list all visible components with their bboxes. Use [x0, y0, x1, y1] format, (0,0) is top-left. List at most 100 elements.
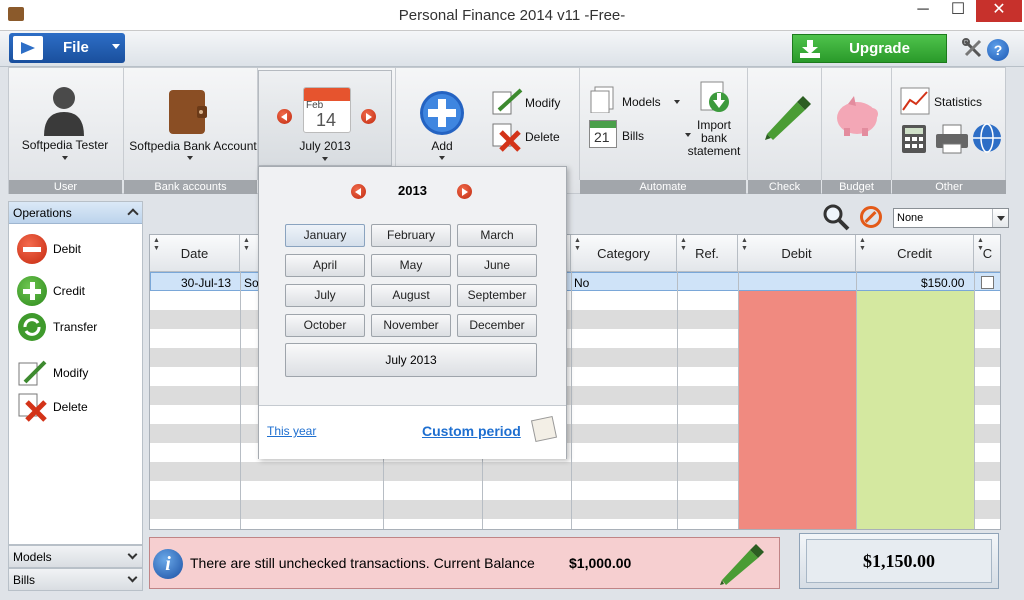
transfer-icon	[18, 313, 46, 341]
models-label[interactable]: Models	[622, 95, 661, 109]
user-name[interactable]: Softpedia Tester	[15, 138, 115, 152]
operation-debit[interactable]: Debit	[17, 234, 137, 264]
models-icon	[590, 86, 614, 113]
statistics-icon[interactable]	[899, 86, 931, 116]
status-message: There are still unchecked transactions. …	[190, 555, 535, 571]
printer-icon[interactable]	[935, 124, 969, 154]
import-icon	[700, 81, 729, 112]
next-year-icon[interactable]	[457, 184, 472, 199]
current-balance: $1,000.00	[569, 555, 632, 571]
modify-icon	[492, 88, 523, 115]
modify-icon	[18, 360, 47, 386]
file-icon	[13, 36, 43, 60]
calculator-icon[interactable]	[901, 124, 927, 154]
chevron-down-icon[interactable]	[439, 156, 445, 160]
operation-transfer[interactable]: Transfer	[17, 312, 137, 342]
statistics-label[interactable]: Statistics	[934, 95, 982, 109]
separator	[891, 68, 892, 180]
piggy-bank-icon[interactable]	[832, 92, 882, 138]
previous-month-icon[interactable]	[277, 109, 292, 124]
month-march[interactable]: March	[457, 224, 537, 247]
month-september[interactable]: September	[457, 284, 537, 307]
group-label-check: Check	[748, 180, 821, 194]
month-october[interactable]: October	[285, 314, 365, 337]
popup-footer: This year Custom period	[259, 405, 566, 459]
operations-header[interactable]: Operations	[9, 202, 142, 224]
minimize-button[interactable]: ─	[908, 0, 938, 22]
column-header-category[interactable]: ▲ ▼ Category	[571, 235, 677, 272]
debit-label: Debit	[53, 242, 82, 256]
filter-select[interactable]: None	[893, 208, 1009, 228]
column-divider	[856, 272, 857, 529]
close-button[interactable]: ✕	[976, 0, 1022, 22]
web-icon[interactable]	[971, 122, 1003, 154]
column-header-date[interactable]: ▲ ▼ Date	[150, 235, 240, 272]
tools-icon[interactable]	[962, 38, 984, 60]
upgrade-label: Upgrade	[849, 40, 910, 57]
this-year-link[interactable]: This year	[267, 424, 316, 438]
date-selector[interactable]: Feb 14 July 2013	[258, 70, 392, 166]
chevron-down-icon[interactable]	[322, 157, 328, 161]
import-bank-statement-label[interactable]: Import bank statement	[685, 119, 743, 158]
operation-delete[interactable]: Delete	[17, 392, 137, 422]
month-december[interactable]: December	[457, 314, 537, 337]
month-august[interactable]: August	[371, 284, 451, 307]
calendar-day-text: 14	[316, 110, 337, 130]
file-label: File	[63, 39, 89, 56]
separator	[395, 68, 396, 180]
bills-accordion[interactable]: Bills	[8, 568, 143, 591]
group-label-user: User	[9, 180, 122, 194]
bills-day-text: 21	[594, 129, 610, 145]
column-header-checked[interactable]: ▲ ▼ C	[974, 235, 1000, 272]
upgrade-button[interactable]: Upgrade	[792, 34, 947, 63]
custom-period-link[interactable]: Custom period	[422, 423, 521, 439]
month-january[interactable]: January	[285, 224, 365, 247]
search-icon[interactable]	[822, 203, 850, 231]
bills-label[interactable]: Bills	[622, 129, 644, 143]
column-header-debit[interactable]: ▲ ▼ Debit	[738, 235, 856, 272]
row-date: 30-Jul-13	[181, 276, 232, 290]
group-label-other: Other	[892, 180, 1006, 194]
info-icon: i	[153, 549, 183, 579]
clear-filter-icon[interactable]	[860, 206, 882, 228]
models-accordion[interactable]: Models	[8, 545, 143, 568]
chevron-down-icon	[127, 549, 138, 560]
column-divider	[738, 272, 739, 529]
month-july[interactable]: July	[285, 284, 365, 307]
chevron-up-icon[interactable]	[127, 208, 139, 220]
add-label[interactable]: Add	[417, 139, 467, 153]
operation-modify[interactable]: Modify	[17, 358, 137, 388]
month-february[interactable]: February	[371, 224, 451, 247]
column-header-credit[interactable]: ▲ ▼ Credit	[856, 235, 974, 272]
delete-label[interactable]: Delete	[525, 130, 560, 144]
models-accordion-label: Models	[13, 550, 52, 564]
month-november[interactable]: November	[371, 314, 451, 337]
help-icon[interactable]: ?	[987, 39, 1009, 61]
current-period-button[interactable]: July 2013	[285, 343, 537, 377]
marker-icon[interactable]	[761, 92, 813, 144]
separator	[747, 68, 748, 180]
calendar-icon[interactable]	[530, 415, 558, 443]
chevron-down-icon[interactable]	[187, 156, 193, 160]
month-april[interactable]: April	[285, 254, 365, 277]
delete-label: Delete	[53, 400, 88, 414]
marker-icon[interactable]	[718, 540, 768, 586]
total-balance-panel: $1,150.00	[799, 533, 999, 589]
chevron-down-icon[interactable]	[992, 209, 1008, 227]
operation-credit[interactable]: Credit	[17, 276, 137, 306]
wallet-icon	[169, 90, 207, 134]
user-icon	[44, 87, 84, 136]
month-june[interactable]: June	[457, 254, 537, 277]
file-menu-button[interactable]: File	[9, 33, 125, 63]
maximize-button[interactable]: ☐	[943, 0, 973, 22]
add-icon[interactable]	[418, 89, 466, 137]
chevron-down-icon[interactable]	[62, 156, 68, 160]
filter-select-value: None	[897, 212, 924, 224]
row-checkbox[interactable]	[981, 276, 994, 289]
next-month-icon[interactable]	[361, 109, 376, 124]
modify-label[interactable]: Modify	[525, 96, 560, 110]
bank-account-name[interactable]: Softpedia Bank Account	[129, 139, 257, 153]
column-header-ref[interactable]: ▲ ▼ Ref.	[677, 235, 738, 272]
chevron-down-icon[interactable]	[674, 100, 680, 104]
month-may[interactable]: May	[371, 254, 451, 277]
